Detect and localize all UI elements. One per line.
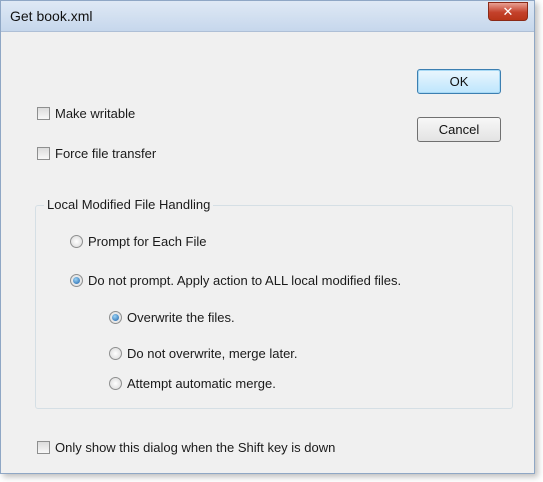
overwrite-option[interactable]: Overwrite the files.	[109, 310, 235, 325]
ok-button-label: OK	[449, 74, 469, 89]
close-icon: ✕	[502, 3, 514, 19]
auto-merge-option[interactable]: Attempt automatic merge.	[109, 376, 276, 391]
force-file-transfer-checkbox[interactable]	[37, 147, 50, 160]
auto-merge-label: Attempt automatic merge.	[127, 376, 276, 391]
make-writable-checkbox[interactable]	[37, 107, 50, 120]
cancel-button[interactable]: Cancel	[417, 117, 501, 142]
ok-button[interactable]: OK	[417, 69, 501, 94]
shift-only-label: Only show this dialog when the Shift key…	[55, 440, 336, 455]
cancel-button-label: Cancel	[438, 122, 480, 137]
overwrite-label: Overwrite the files.	[127, 310, 235, 325]
do-not-prompt-radio[interactable]	[70, 274, 83, 287]
force-file-transfer-option[interactable]: Force file transfer	[37, 146, 156, 161]
prompt-each-radio[interactable]	[70, 235, 83, 248]
force-file-transfer-label: Force file transfer	[55, 146, 157, 161]
group-title: Local Modified File Handling	[44, 197, 214, 212]
auto-merge-radio[interactable]	[109, 377, 122, 390]
overwrite-radio[interactable]	[109, 311, 122, 324]
prompt-each-label: Prompt for Each File	[88, 234, 207, 249]
do-not-prompt-option[interactable]: Do not prompt. Apply action to ALL local…	[70, 273, 401, 288]
shift-only-option[interactable]: Only show this dialog when the Shift key…	[37, 440, 335, 455]
make-writable-label: Make writable	[55, 106, 136, 121]
make-writable-option[interactable]: Make writable	[37, 106, 135, 121]
no-overwrite-label: Do not overwrite, merge later.	[127, 346, 298, 361]
close-button[interactable]: ✕	[488, 2, 528, 21]
prompt-each-option[interactable]: Prompt for Each File	[70, 234, 207, 249]
local-modified-file-handling-group: Local Modified File Handling Prompt for …	[35, 197, 513, 409]
do-not-prompt-label: Do not prompt. Apply action to ALL local…	[88, 273, 402, 288]
dialog-window: Get book.xml ✕ OK Cancel Make writable F…	[0, 0, 535, 474]
dialog-title: Get book.xml	[10, 8, 93, 24]
no-overwrite-radio[interactable]	[109, 347, 122, 360]
shift-only-checkbox[interactable]	[37, 441, 50, 454]
no-overwrite-option[interactable]: Do not overwrite, merge later.	[109, 346, 298, 361]
title-bar[interactable]: Get book.xml ✕	[1, 1, 534, 32]
